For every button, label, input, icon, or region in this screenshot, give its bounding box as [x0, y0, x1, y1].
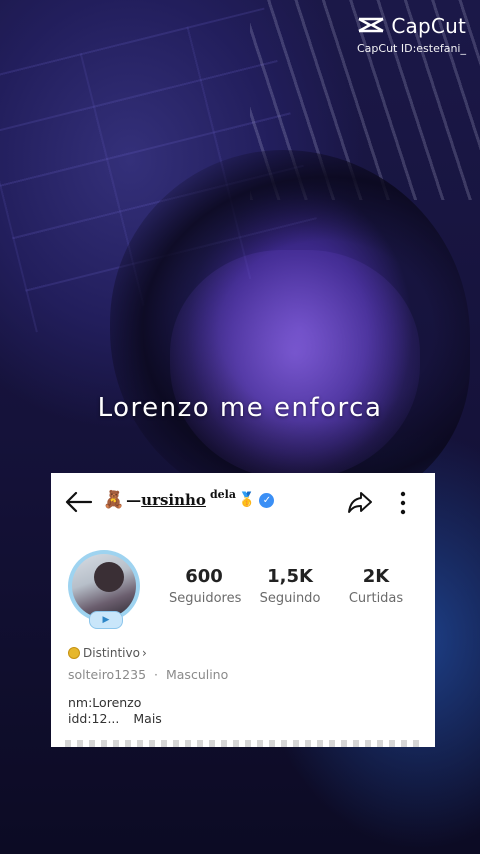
stat-value: 2K — [362, 566, 390, 587]
stat-value: 600 — [185, 566, 223, 587]
capcut-brand: CapCut — [391, 14, 466, 38]
profile-card: 🧸 — ursinho dela 🥇 ✓ ▶ 600 Seguidores 1,… — [51, 473, 435, 747]
cropped-content-row — [65, 740, 425, 747]
profile-name-sup: dela — [209, 487, 236, 501]
capcut-id: CapCut ID:estefani_ — [356, 42, 466, 55]
coin-icon — [68, 647, 80, 659]
stat-label: Curtidas — [348, 591, 404, 606]
bio-line-2-text: idd:12... — [68, 711, 120, 726]
stat-label: Seguidores — [169, 591, 242, 606]
stat-label: Seguindo — [259, 591, 321, 606]
verified-icon: ✓ — [259, 492, 275, 508]
separator: · — [154, 667, 158, 682]
share-icon[interactable] — [347, 490, 373, 514]
back-arrow-icon[interactable] — [65, 491, 93, 513]
profile-header: 🧸 — ursinho dela 🥇 ✓ — [51, 473, 435, 533]
stat-value: 1,5K — [267, 566, 313, 587]
profile-name: 🧸 — ursinho dela 🥇 ✓ — [103, 487, 275, 510]
capcut-watermark: CapCut CapCut ID:estefani_ — [356, 14, 466, 55]
profile-meta: solteiro1235 · Masculino — [68, 667, 228, 682]
capcut-logo-icon — [358, 17, 384, 33]
stat-likes[interactable]: 2K Curtidas — [341, 566, 411, 606]
avatar-badge-icon: ▶ — [89, 611, 123, 629]
avatar-photo — [72, 554, 136, 618]
gender: Masculino — [165, 667, 229, 682]
name-dash: — — [126, 491, 142, 509]
stat-following[interactable]: 1,5K Seguindo — [255, 566, 325, 606]
video-caption: Lorenzo me enforca — [97, 393, 383, 423]
bio-line-2: idd:12... Mais — [68, 711, 162, 726]
person-face-glow — [170, 250, 420, 480]
bear-icon: 🧸 — [103, 490, 125, 510]
more-bio-link[interactable]: Mais — [133, 711, 161, 726]
chevron-right-icon: › — [141, 646, 147, 660]
medal-icon: 🥇 — [237, 492, 256, 508]
more-options-icon[interactable] — [399, 491, 407, 515]
stat-followers[interactable]: 600 Seguidores — [169, 566, 242, 606]
distinctive-badge-link[interactable]: Distintivo › — [68, 646, 147, 660]
bio-line-1: nm:Lorenzo — [68, 695, 142, 710]
profile-name-text: ursinho — [141, 491, 206, 509]
badge-label: Distintivo — [83, 646, 140, 660]
username: solteiro1235 — [68, 667, 147, 682]
